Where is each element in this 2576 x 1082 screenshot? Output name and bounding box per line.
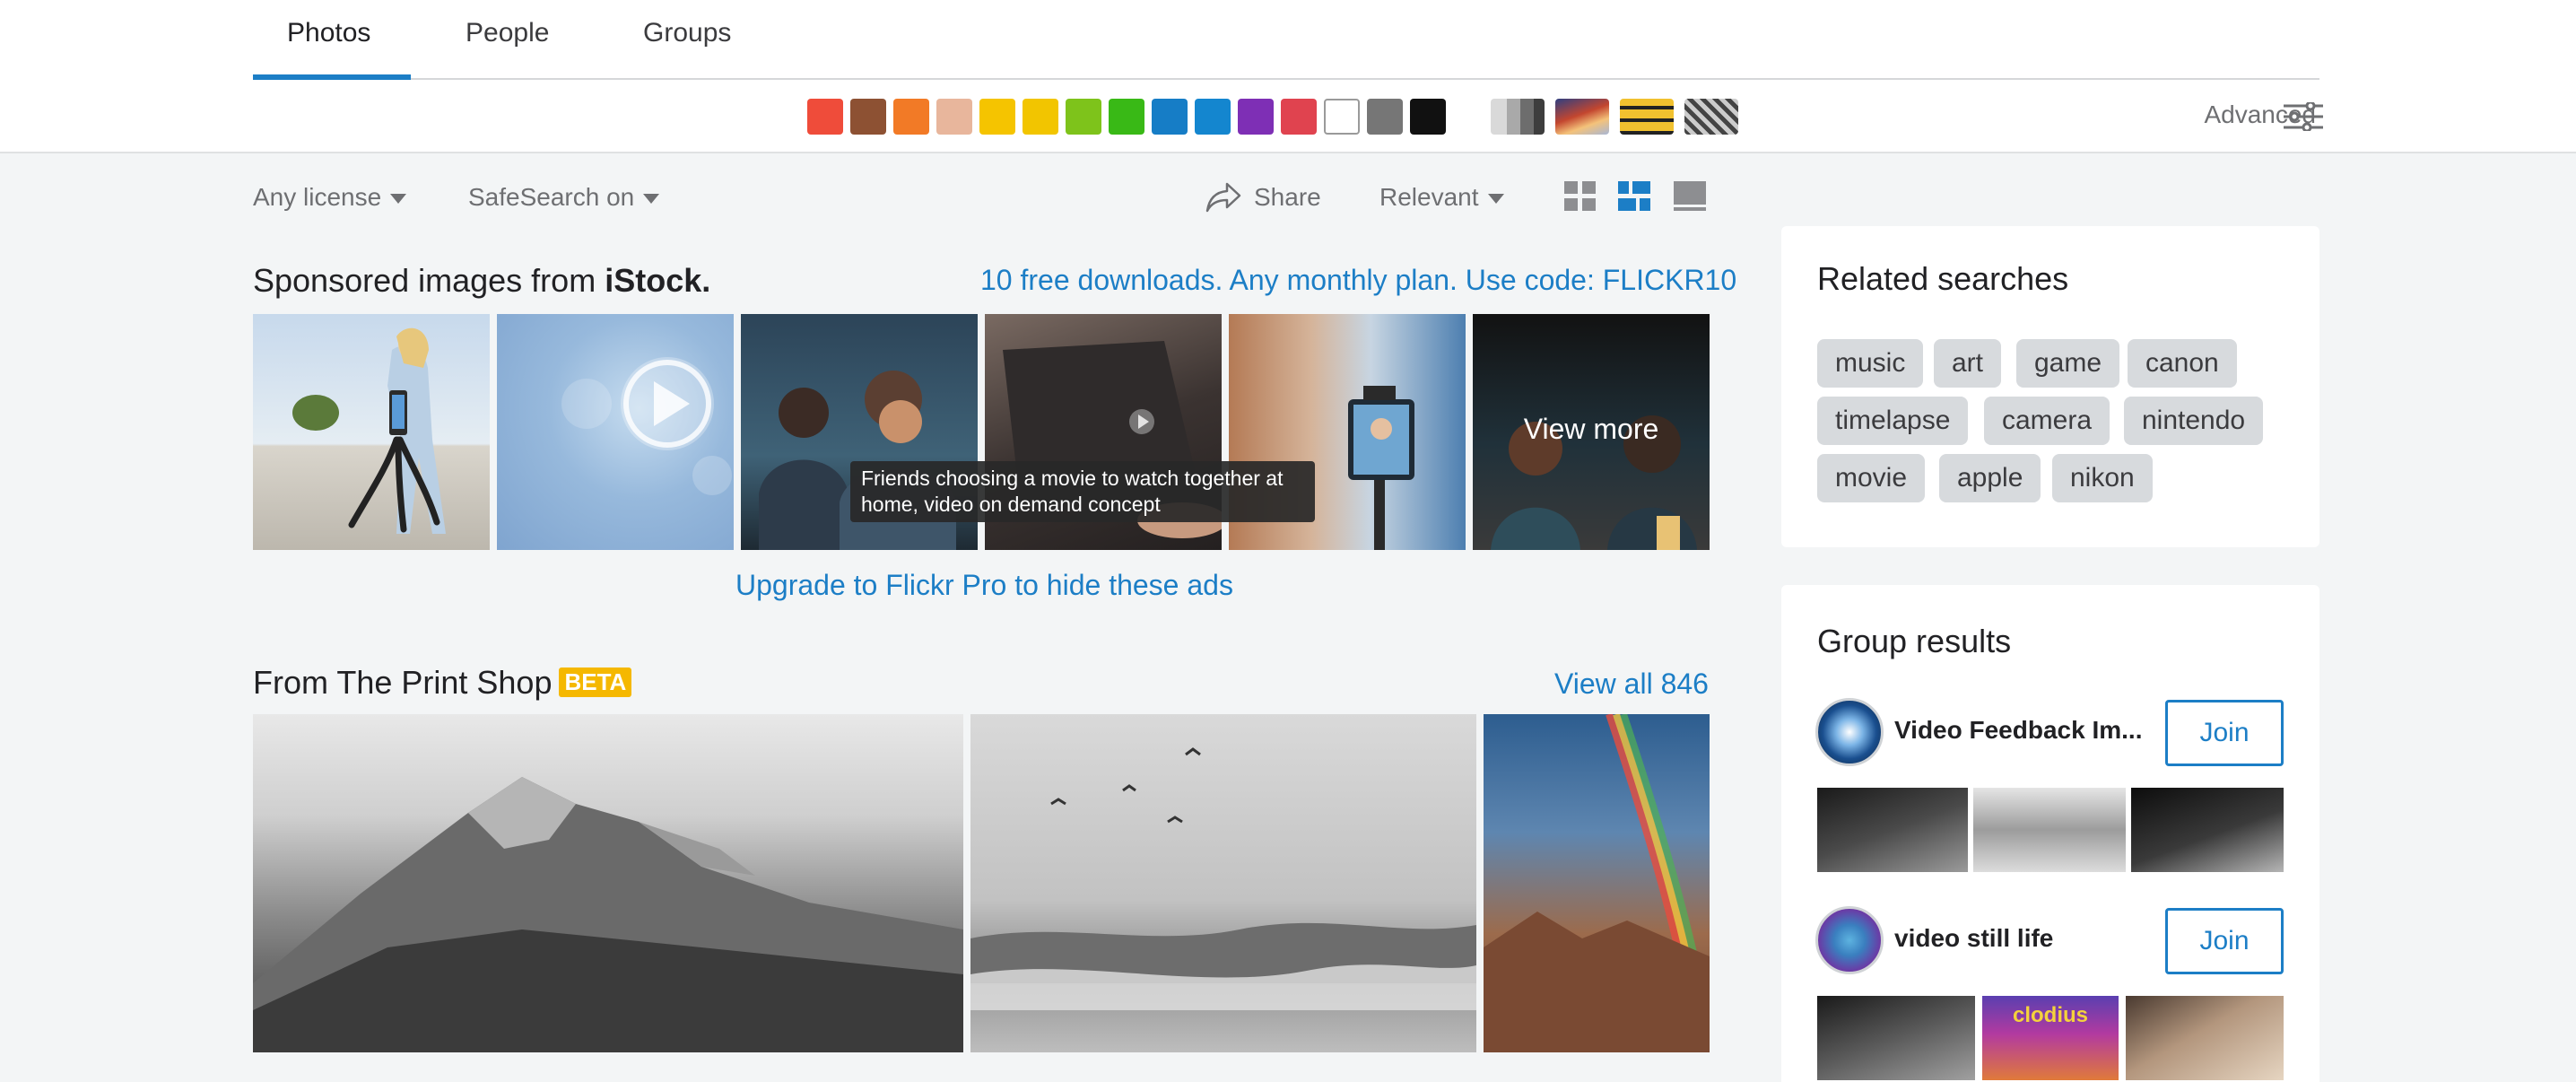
group-thumb[interactable]: [1817, 996, 1975, 1080]
sliders-icon[interactable]: [2284, 102, 2323, 131]
group-thumb[interactable]: [2131, 788, 2284, 872]
view-more-label: View more: [1523, 413, 1659, 445]
group-avatar[interactable]: [1815, 906, 1884, 974]
grid-view-icon[interactable]: [1564, 181, 1597, 212]
upgrade-pro-link[interactable]: Upgrade to Flickr Pro to hide these ads: [735, 569, 1233, 602]
group-thumb[interactable]: [1817, 788, 1968, 872]
group-thumb[interactable]: [2126, 996, 2284, 1080]
gray-filter-icon[interactable]: [1491, 99, 1545, 135]
tab-people[interactable]: People: [466, 18, 549, 48]
large-view-icon[interactable]: [1674, 181, 1706, 212]
group-name-link[interactable]: video still life: [1894, 924, 2053, 953]
color-swatch[interactable]: [1410, 99, 1446, 135]
tab-photos[interactable]: Photos: [287, 18, 370, 48]
color-swatch[interactable]: [1281, 99, 1317, 135]
print-shop-heading: From The Print Shop BETA: [253, 664, 632, 702]
sort-dropdown[interactable]: Relevant: [1379, 183, 1504, 212]
share-icon[interactable]: [1205, 181, 1241, 214]
rainbow-illustration: [1484, 714, 1710, 1052]
texture-filter-icon[interactable]: [1684, 99, 1738, 135]
chip-nikon[interactable]: nikon: [2052, 454, 2153, 502]
image-tooltip: Friends choosing a movie to watch togeth…: [850, 461, 1315, 522]
color-swatch[interactable]: [1195, 99, 1231, 135]
view-more-tile[interactable]: View more: [1473, 314, 1710, 550]
print-shop-title: From The Print Shop: [253, 664, 553, 701]
join-button[interactable]: Join: [2165, 908, 2284, 974]
justified-view-icon[interactable]: [1618, 181, 1650, 212]
color-swatch[interactable]: [1066, 99, 1101, 135]
tripod-illustration: [292, 327, 446, 534]
color-filter-icon[interactable]: [1555, 99, 1609, 135]
group-results-title: Group results: [1817, 623, 2012, 659]
related-searches-panel: Related searches music art game canon ti…: [1781, 226, 2319, 547]
chevron-down-icon: [1487, 194, 1504, 205]
mountain-illustration: [253, 777, 963, 1052]
color-swatch[interactable]: [979, 99, 1015, 135]
color-swatch[interactable]: [1238, 99, 1274, 135]
chip-movie[interactable]: movie: [1817, 454, 1926, 502]
chip-apple[interactable]: apple: [1939, 454, 2041, 502]
sponsored-heading: Sponsored images from iStock.: [253, 262, 710, 300]
chevron-down-icon: [390, 194, 407, 205]
group-thumb[interactable]: [1973, 788, 2126, 872]
license-dropdown[interactable]: Any license: [253, 183, 407, 212]
thumb-caption: clodius: [2012, 1003, 2088, 1027]
chevron-down-icon: [643, 194, 660, 205]
active-tab-indicator: [253, 74, 411, 80]
sponsored-image-play[interactable]: [497, 314, 734, 550]
color-swatch[interactable]: [1367, 99, 1403, 135]
color-swatch[interactable]: [893, 99, 929, 135]
chip-art[interactable]: art: [1934, 339, 2002, 388]
chip-nintendo[interactable]: nintendo: [2124, 397, 2264, 445]
beta-badge: BETA: [559, 668, 632, 697]
color-swatch[interactable]: [1152, 99, 1188, 135]
view-all-link[interactable]: View all 846: [1554, 668, 1709, 701]
group-results-panel: Group results Video Feedback Im... Join …: [1781, 585, 2319, 1082]
print-image-seabirds[interactable]: [970, 714, 1476, 1052]
color-swatch[interactable]: [1109, 99, 1144, 135]
tab-groups[interactable]: Groups: [643, 18, 731, 48]
safesearch-dropdown[interactable]: SafeSearch on: [468, 183, 660, 212]
group-name-link[interactable]: Video Feedback Im...: [1894, 716, 2142, 745]
color-swatch[interactable]: [850, 99, 886, 135]
color-swatch[interactable]: [936, 99, 972, 135]
search-header: Photos People Groups Advanced: [0, 0, 2576, 153]
chip-music[interactable]: music: [1817, 339, 1924, 388]
play-icon: [561, 357, 732, 495]
pattern-filter-icon[interactable]: [1620, 99, 1674, 135]
license-label: Any license: [253, 183, 382, 211]
group-avatar[interactable]: [1815, 698, 1884, 766]
print-image-mountain[interactable]: [253, 714, 963, 1052]
search-tabs: Photos People Groups: [253, 0, 2319, 80]
sponsored-prefix: Sponsored images from: [253, 262, 596, 299]
chip-camera[interactable]: camera: [1984, 397, 2110, 445]
safesearch-label: SafeSearch on: [468, 183, 635, 211]
chip-game[interactable]: game: [2016, 339, 2120, 388]
chip-canon[interactable]: canon: [2128, 339, 2237, 388]
join-button[interactable]: Join: [2165, 700, 2284, 766]
sort-label: Relevant: [1379, 183, 1479, 211]
chip-timelapse[interactable]: timelapse: [1817, 397, 1969, 445]
sponsored-image-tripod[interactable]: [253, 314, 490, 550]
istock-logo[interactable]: iStock.: [605, 262, 710, 299]
print-image-canyon-rainbow[interactable]: [1484, 714, 1710, 1052]
group-thumb[interactable]: clodius: [1982, 996, 2119, 1080]
related-searches-title: Related searches: [1817, 260, 2069, 297]
color-swatch[interactable]: [1324, 99, 1360, 135]
seabirds-illustration: [970, 747, 1476, 1010]
promo-link[interactable]: 10 free downloads. Any monthly plan. Use…: [980, 264, 1736, 297]
share-button[interactable]: Share: [1254, 183, 1321, 212]
color-swatch[interactable]: [1023, 99, 1058, 135]
color-swatch[interactable]: [807, 99, 843, 135]
